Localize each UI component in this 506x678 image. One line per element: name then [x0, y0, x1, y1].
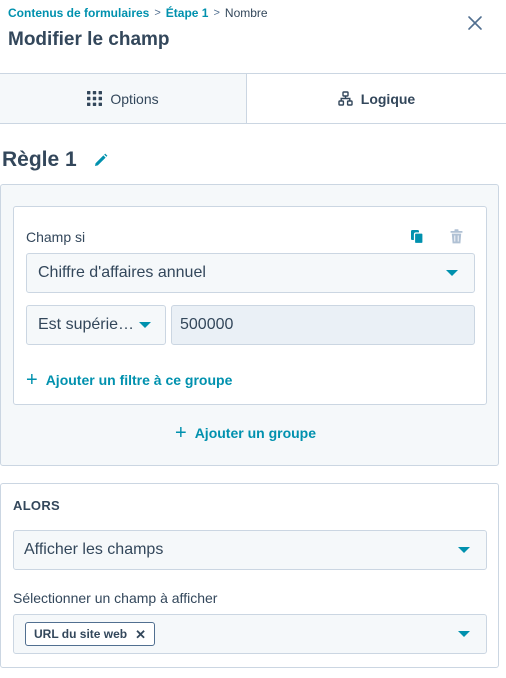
tab-bar: Options Logique: [0, 74, 506, 124]
delete-button[interactable]: [446, 226, 466, 246]
remove-tag-icon[interactable]: ✕: [135, 628, 146, 641]
breadcrumb-form-contents[interactable]: Contenus de formulaires: [8, 6, 149, 20]
add-filter-label: Ajouter un filtre à ce groupe: [45, 372, 233, 388]
selected-field-tag-label: URL du site web: [34, 627, 128, 641]
close-button[interactable]: [462, 10, 488, 36]
chevron-down-icon: [458, 631, 470, 637]
chevron-down-icon: [458, 547, 470, 553]
tab-options[interactable]: Options: [0, 74, 247, 123]
conditions-panel: Champ si Chiffre d'affaires annuel Est s…: [0, 184, 499, 466]
breadcrumb-separator: >: [154, 7, 161, 19]
add-group-label: Ajouter un groupe: [194, 425, 317, 441]
close-icon: [468, 16, 482, 30]
pencil-icon: [94, 153, 108, 166]
breadcrumb-current: Nombre: [224, 6, 268, 20]
tab-logic-label: Logique: [360, 90, 416, 107]
add-filter-button[interactable]: + Ajouter un filtre à ce groupe: [26, 370, 232, 390]
action-select-value: Afficher les champs: [24, 541, 164, 558]
plus-icon: +: [175, 422, 187, 444]
breadcrumb: Contenus de formulaires > Étape 1 > Nomb…: [8, 6, 268, 20]
clone-button[interactable]: [407, 226, 427, 246]
value-input[interactable]: 500000: [171, 305, 475, 345]
rule-title: Règle 1: [2, 148, 108, 172]
clone-icon: [411, 229, 424, 244]
value-input-text: 500000: [180, 316, 234, 333]
branch-icon: [338, 91, 353, 106]
operator-select[interactable]: Est supérie…: [26, 305, 166, 345]
operator-select-value: Est supérie…: [38, 316, 135, 333]
group-label: Champ si: [26, 229, 86, 245]
action-select[interactable]: Afficher les champs: [13, 530, 487, 570]
panel-header: Contenus de formulaires > Étape 1 > Nomb…: [0, 0, 506, 74]
chevron-down-icon: [446, 270, 458, 276]
filter-group: Champ si Chiffre d'affaires annuel Est s…: [13, 206, 487, 405]
breadcrumb-separator: >: [213, 7, 220, 19]
actions-panel: ALORS Afficher les champs Sélectionner u…: [0, 483, 499, 668]
field-select[interactable]: Chiffre d'affaires annuel: [26, 253, 475, 293]
fields-to-show-select[interactable]: URL du site web ✕: [13, 614, 487, 654]
plus-icon: +: [26, 369, 38, 391]
chevron-down-icon: [139, 322, 151, 328]
selected-field-tag: URL du site web ✕: [25, 622, 156, 646]
rule-title-text: Règle 1: [2, 148, 77, 171]
edit-rule-button[interactable]: [93, 153, 108, 168]
tab-logic[interactable]: Logique: [247, 74, 506, 123]
add-group-button[interactable]: + Ajouter un groupe: [175, 423, 316, 443]
field-select-value: Chiffre d'affaires annuel: [38, 264, 206, 281]
then-label: ALORS: [13, 498, 60, 513]
grid-icon: [87, 91, 103, 106]
page-title: Modifier le champ: [8, 29, 170, 50]
breadcrumb-step-1[interactable]: Étape 1: [166, 6, 209, 20]
trash-icon: [450, 228, 462, 243]
tab-options-label: Options: [110, 90, 159, 107]
field-to-show-label: Sélectionner un champ à afficher: [13, 590, 218, 606]
